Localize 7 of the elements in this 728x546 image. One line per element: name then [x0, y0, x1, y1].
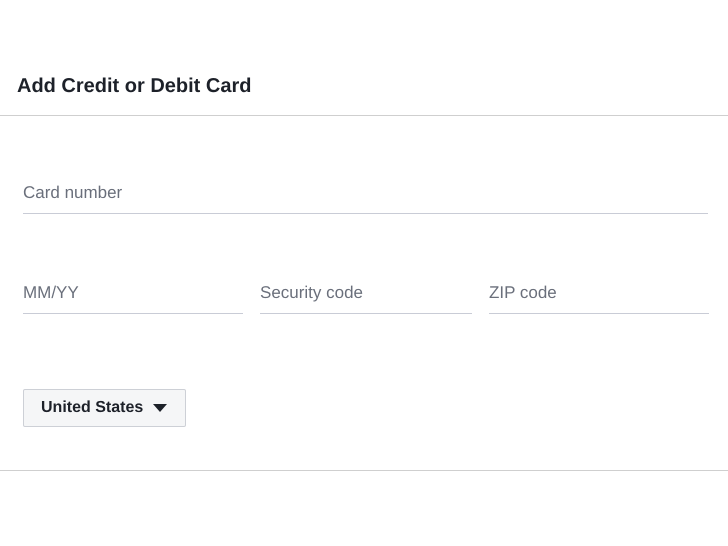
- caret-icon: [153, 404, 168, 412]
- country-select[interactable]: United States: [23, 389, 186, 427]
- input-field[interactable]: MM/YY: [23, 283, 243, 314]
- dialog-title: Add Credit or Debit Card: [17, 75, 252, 98]
- card-number-field[interactable]: Card number: [23, 183, 708, 214]
- input-field[interactable]: Security code: [260, 283, 472, 314]
- input-field[interactable]: ZIP code: [489, 283, 709, 314]
